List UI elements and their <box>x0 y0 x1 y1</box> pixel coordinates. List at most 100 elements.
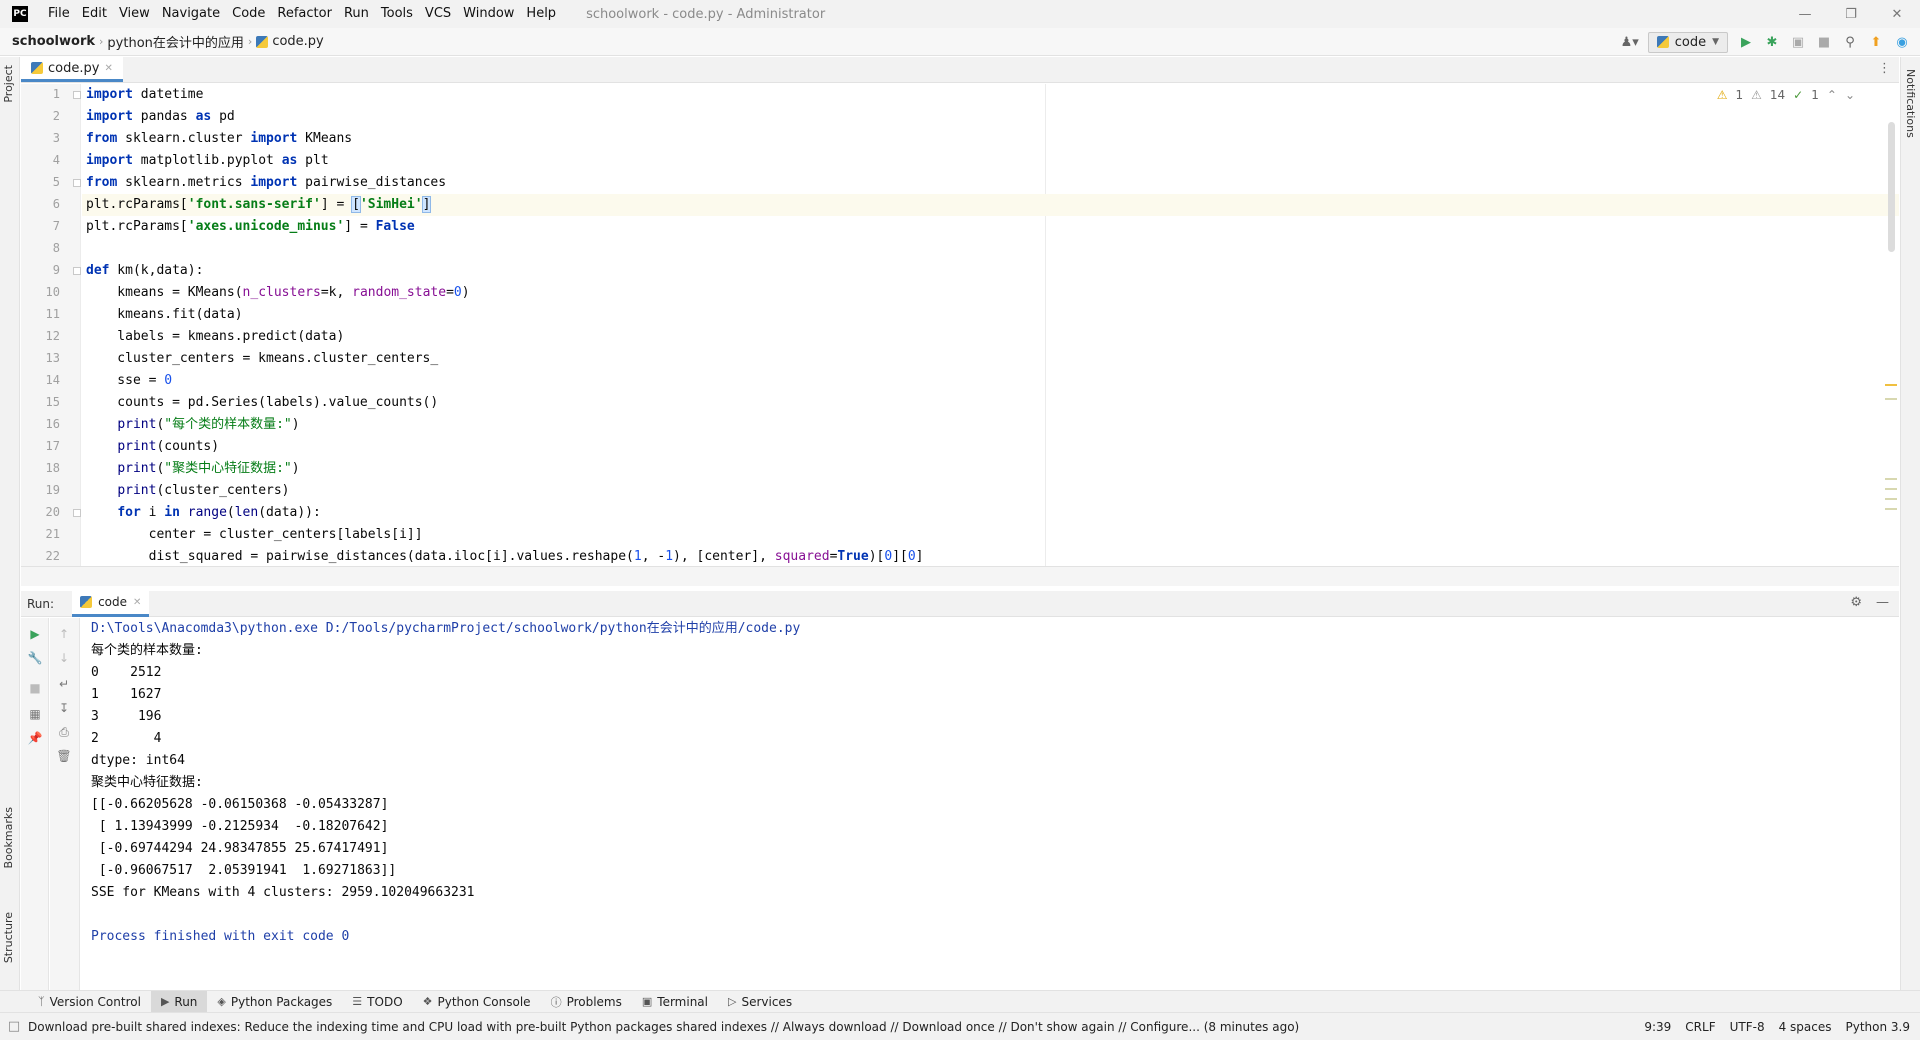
line-number: 21 <box>45 527 60 541</box>
weak-warning-stripe[interactable] <box>1885 398 1897 400</box>
notifications-tool-tab[interactable]: Notifications <box>1904 69 1917 138</box>
code-line: print("聚类中心特征数据:") <box>117 461 300 476</box>
close-icon[interactable]: ✕ <box>104 63 112 74</box>
fold-icon[interactable] <box>73 267 81 275</box>
scroll-thumb[interactable] <box>1888 122 1895 252</box>
structure-tool-tab[interactable]: Structure <box>2 912 15 963</box>
weak-warning-stripe[interactable] <box>1885 498 1897 500</box>
menu-vcs[interactable]: VCS <box>419 0 457 28</box>
toolwindow-label: TODO <box>367 994 403 1009</box>
weak-warning-stripe[interactable] <box>1885 488 1897 490</box>
close-icon[interactable]: ✕ <box>133 597 141 608</box>
stop-icon[interactable]: ■ <box>1816 34 1832 50</box>
tab-label: code.py <box>48 60 100 76</box>
more-vertical-icon[interactable]: ⋮ <box>1878 61 1891 76</box>
trash-icon[interactable]: 🗑 <box>56 748 72 764</box>
menu-view[interactable]: View <box>113 0 156 28</box>
bookmarks-tool-tab[interactable]: Bookmarks <box>2 807 15 868</box>
arrow-down-icon[interactable]: ↓ <box>56 650 72 666</box>
toolwindow-version-control[interactable]: ᛉ Version Control <box>28 991 151 1013</box>
pin-icon[interactable]: 📌 <box>27 730 43 746</box>
run-console[interactable]: D:\Tools\Anacomda3\python.exe D:/Tools/p… <box>81 618 1899 990</box>
hide-panel-icon[interactable]: — <box>1876 595 1889 610</box>
python-interpreter[interactable]: Python 3.9 <box>1846 1020 1911 1034</box>
navigation-bar: schoolwork › python在会计中的应用 › code.py ♟▾ … <box>0 28 1920 56</box>
caret-position[interactable]: 9:39 <box>1644 1020 1671 1034</box>
console-line: D:\Tools\Anacomda3\python.exe D:/Tools/p… <box>91 621 801 636</box>
scroll-to-end-icon[interactable]: ↧ <box>56 700 72 716</box>
run-tab-label: code <box>98 595 128 609</box>
line-separator[interactable]: CRLF <box>1685 1020 1715 1034</box>
menu-code[interactable]: Code <box>226 0 271 28</box>
tab-code-py[interactable]: code.py ✕ <box>21 57 123 82</box>
services-icon: ▷ <box>728 995 737 1008</box>
tool-window-bar: ᛉ Version Control ▶ Run ◈ Python Package… <box>0 990 1920 1013</box>
toolwindow-problems[interactable]: ⓘ Problems <box>541 991 632 1013</box>
toolwindow-run[interactable]: ▶ Run <box>150 990 208 1013</box>
soft-wrap-icon[interactable]: ↵ <box>56 676 72 692</box>
indent-setting[interactable]: 4 spaces <box>1779 1020 1832 1034</box>
code-area[interactable]: import datetime import pandas as pd from… <box>82 84 1899 566</box>
toolwindow-services[interactable]: ▷ Services <box>718 991 802 1013</box>
menu-edit[interactable]: Edit <box>76 0 113 28</box>
stop-icon[interactable]: ■ <box>27 680 43 696</box>
menu-refactor[interactable]: Refactor <box>271 0 338 28</box>
run-tab-code[interactable]: code ✕ <box>72 590 150 617</box>
line-number: 20 <box>45 505 60 519</box>
toolwindow-terminal[interactable]: ▣ Terminal <box>632 991 718 1013</box>
editor-scrollbar[interactable] <box>1885 84 1899 566</box>
menu-file[interactable]: File <box>42 0 76 28</box>
update-icon[interactable]: ⬆ <box>1868 34 1884 50</box>
menu-run[interactable]: Run <box>338 0 375 28</box>
status-message[interactable]: Download pre-built shared indexes: Reduc… <box>28 1020 1299 1034</box>
weak-warning-stripe[interactable] <box>1885 508 1897 510</box>
menu-window[interactable]: Window <box>457 0 520 28</box>
gear-icon[interactable]: ⚙ <box>1850 595 1862 610</box>
breadcrumb-file[interactable]: code.py <box>272 34 323 49</box>
coverage-icon[interactable]: ▣ <box>1790 34 1806 50</box>
toolwindow-todo[interactable]: ☰ TODO <box>342 991 412 1013</box>
fold-icon[interactable] <box>73 91 81 99</box>
chevron-down-icon[interactable]: ⌄ <box>1845 88 1855 102</box>
breadcrumb-project[interactable]: schoolwork <box>12 34 95 49</box>
toolwindow-python-packages[interactable]: ◈ Python Packages <box>207 991 342 1013</box>
user-icon[interactable]: ♟▾ <box>1621 34 1639 50</box>
project-tool-tab[interactable]: Project <box>2 65 15 103</box>
minimize-button[interactable]: — <box>1782 0 1828 28</box>
jetbrains-icon[interactable]: ◉ <box>1894 34 1910 50</box>
close-window-button[interactable]: ✕ <box>1874 0 1920 28</box>
code-line: from sklearn.cluster import KMeans <box>86 131 353 146</box>
layout-icon[interactable]: ▦ <box>27 706 43 722</box>
menu-help[interactable]: Help <box>520 0 562 28</box>
console-line: Process finished with exit code 0 <box>91 929 350 944</box>
branch-icon: ᛉ <box>38 995 45 1008</box>
panel-splitter[interactable] <box>21 566 1899 586</box>
packages-icon: ◈ <box>217 995 226 1008</box>
maximize-button[interactable]: ❐ <box>1828 0 1874 28</box>
run-config-selector[interactable]: code ▼ <box>1647 31 1728 53</box>
print-icon[interactable]: ⎙ <box>56 724 72 740</box>
breadcrumb-folder[interactable]: python在会计中的应用 <box>107 32 243 51</box>
chevron-up-icon[interactable]: ⌃ <box>1827 88 1837 102</box>
console-line: [-0.96067517 2.05391941 1.69271863]] <box>91 863 397 878</box>
code-line: import datetime <box>86 87 204 102</box>
weak-warning-stripe[interactable] <box>1885 478 1897 480</box>
file-encoding[interactable]: UTF-8 <box>1730 1020 1765 1034</box>
fold-icon[interactable] <box>73 509 81 517</box>
debug-icon[interactable]: ✱ <box>1764 34 1780 50</box>
inspection-widget[interactable]: ⚠ 1 ⚠ 14 ✓ 1 ⌃ ⌄ <box>1717 88 1855 102</box>
code-line: counts = pd.Series(labels).value_counts(… <box>86 395 439 410</box>
fold-icon[interactable] <box>73 179 81 187</box>
menu-navigate[interactable]: Navigate <box>156 0 226 28</box>
toolwindow-python-console[interactable]: ❖ Python Console <box>413 991 541 1013</box>
code-editor[interactable]: 1 2 3 4 5 6 7 8 9 10 11 12 13 14 15 16 1… <box>21 84 1899 566</box>
warning-stripe[interactable] <box>1885 384 1897 386</box>
run-icon[interactable]: ▶ <box>1738 34 1754 50</box>
wrench-icon[interactable]: 🔧 <box>27 650 43 666</box>
search-icon[interactable]: ⚲ <box>1842 34 1858 50</box>
rerun-icon[interactable]: ▶ <box>27 626 43 642</box>
status-panel-icon[interactable]: □ <box>6 1019 22 1035</box>
arrow-up-icon[interactable]: ↑ <box>56 626 72 642</box>
menu-tools[interactable]: Tools <box>375 0 419 28</box>
toolwindow-label: Services <box>741 994 793 1009</box>
